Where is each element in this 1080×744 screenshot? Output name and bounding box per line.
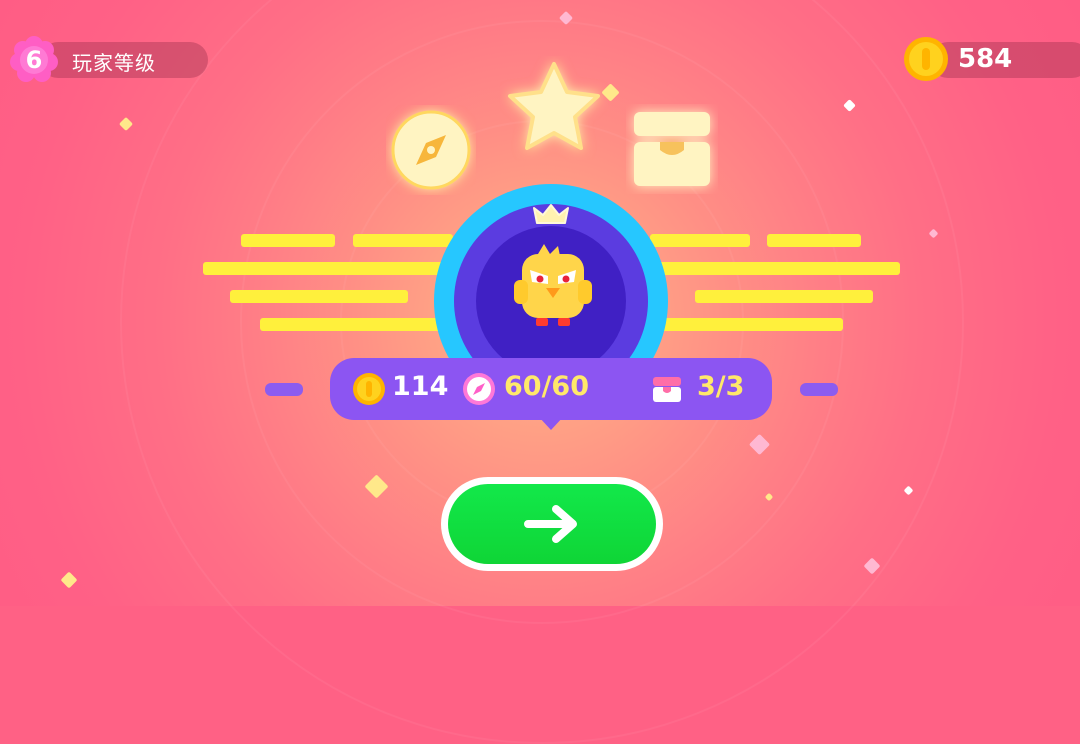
chest-icon xyxy=(653,377,681,402)
next-button-fill[interactable] xyxy=(448,484,656,564)
chest-progress: 3/3 xyxy=(697,371,745,402)
wing-stripe xyxy=(203,262,453,275)
wing-stripe xyxy=(260,318,453,331)
compass-icon xyxy=(391,110,471,190)
wing-stripe xyxy=(767,234,861,247)
coin-icon xyxy=(904,37,948,81)
chick-character-icon xyxy=(514,244,592,326)
player-level-number: 6 xyxy=(25,46,43,74)
crown-icon xyxy=(533,204,569,224)
wing-stripe xyxy=(230,290,408,303)
coin-count: 584 xyxy=(958,44,1013,74)
wing-stripe xyxy=(695,290,873,303)
coin-icon xyxy=(353,373,385,405)
next-button[interactable] xyxy=(441,477,663,571)
coins-earned: 114 xyxy=(392,371,449,402)
wing-stripe xyxy=(241,234,335,247)
compass-progress: 60/60 xyxy=(504,371,590,402)
chest-icon xyxy=(634,112,710,186)
player-level-label: 玩家等级 xyxy=(72,51,156,75)
arrow-right-icon xyxy=(524,505,577,543)
star-icon xyxy=(508,62,600,150)
wing-stripe xyxy=(650,318,843,331)
compass-icon xyxy=(463,373,495,405)
wing-stripe xyxy=(353,234,453,247)
wing-stripe xyxy=(650,234,750,247)
wing-stripe xyxy=(650,262,900,275)
stats-side-dash xyxy=(265,383,303,396)
stats-panel-pointer xyxy=(538,416,564,430)
stats-side-dash xyxy=(800,383,838,396)
level-badge: 6 xyxy=(10,36,58,84)
